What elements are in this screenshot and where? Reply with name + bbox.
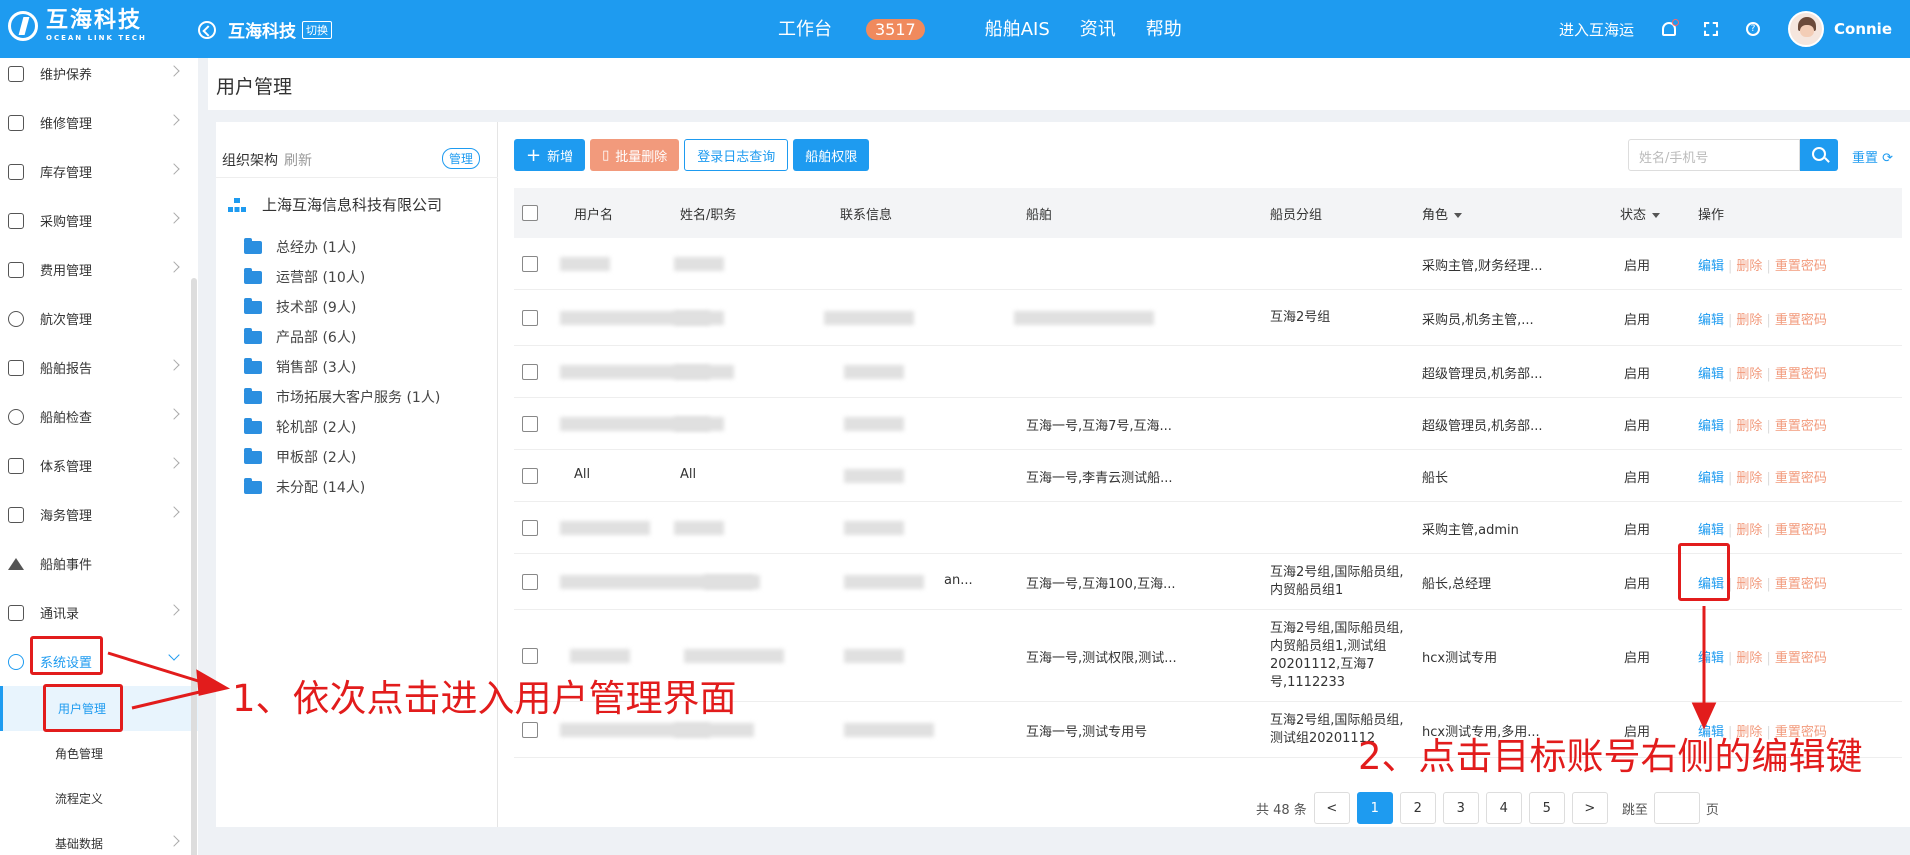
annotation-step-2: 2、点击目标账号右侧的编辑键 bbox=[1358, 735, 1863, 778]
annotation-step-1: 1、依次点击进入用户管理界面 bbox=[232, 677, 737, 720]
arrow-1a bbox=[107, 651, 209, 686]
arrow-1b bbox=[131, 688, 209, 710]
arrow-2-head bbox=[1691, 702, 1717, 730]
